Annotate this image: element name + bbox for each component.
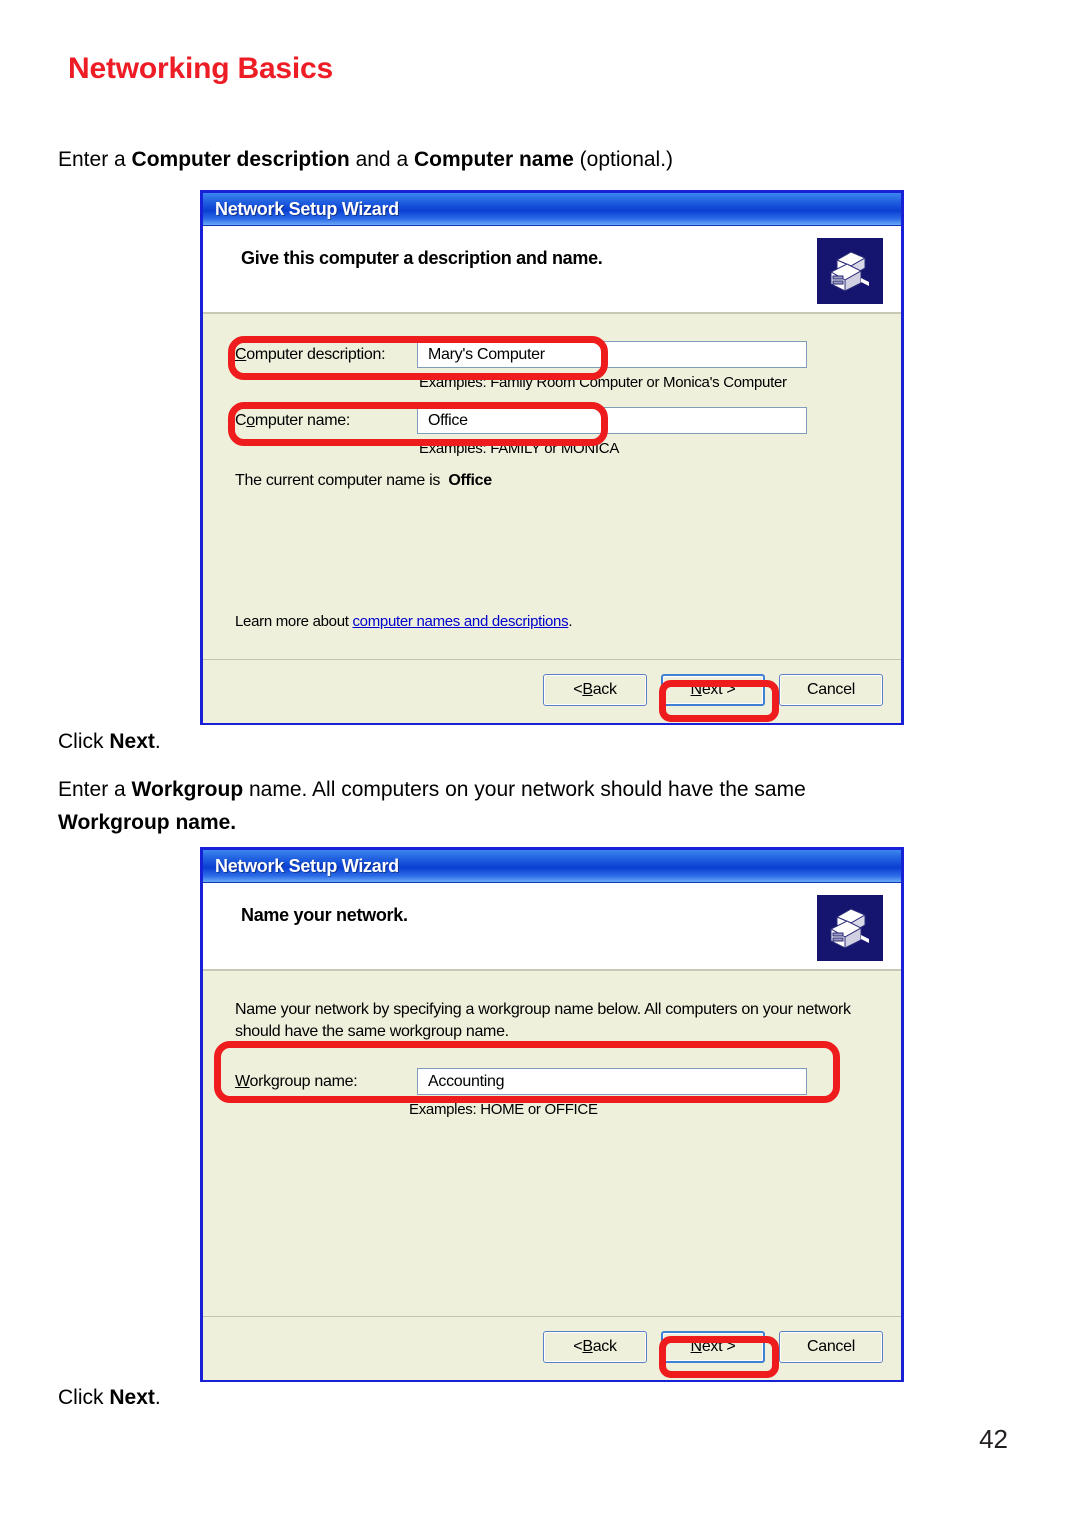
workgroup-name-label: Workgroup name: xyxy=(235,1073,417,1091)
dialog1-next-rest: ext > xyxy=(701,681,736,698)
workgroup-pre: Enter a xyxy=(58,778,132,801)
current-computer-name-label: The current computer name is xyxy=(235,472,441,489)
dialog1-next-button[interactable]: Next > xyxy=(661,674,765,706)
workgroup-name-input[interactable]: Accounting xyxy=(417,1068,807,1095)
computer-description-label-rest: omputer description: xyxy=(246,345,386,363)
dialog2-cancel-button[interactable]: Cancel xyxy=(779,1331,883,1363)
intro-bold-computer-description: Computer description xyxy=(131,148,350,171)
click-next-instruction-1: Click Next. xyxy=(58,727,161,757)
dialog1-footer: < Back Next > Cancel xyxy=(203,659,901,723)
dialog1-next-accel: N xyxy=(690,681,703,698)
computer-name-accel: o xyxy=(246,411,255,429)
dialog1-heading: Give this computer a description and nam… xyxy=(241,248,603,268)
computer-description-accel: C xyxy=(235,345,247,363)
dialog2-titlebar: Network Setup Wizard xyxy=(203,850,901,883)
computer-names-and-descriptions-link[interactable]: computer names and descriptions xyxy=(352,613,568,630)
network-computer-icon xyxy=(817,895,883,961)
dialog2-back-button[interactable]: < Back xyxy=(543,1331,647,1363)
dialog2-back-accel: B xyxy=(582,1338,593,1355)
computer-name-example: Examples: FAMILY or MONICA xyxy=(419,440,620,457)
dialog2-next-accel: N xyxy=(690,1338,703,1355)
dialog1-back-rest: ack xyxy=(592,681,617,698)
workgroup-name-label-rest: orkgroup name: xyxy=(249,1072,358,1090)
dialog2-paragraph: Name your network by specifying a workgr… xyxy=(235,1001,851,1040)
dialog1-body: Computer description: Mary's Computer Ex… xyxy=(203,314,901,659)
current-computer-name-value: Office xyxy=(448,472,492,489)
learn-more-prefix: Learn more about xyxy=(235,613,353,630)
dialog1-back-button[interactable]: < Back xyxy=(543,674,647,706)
intro-post: (optional.) xyxy=(573,148,674,171)
click-next-2-post: . xyxy=(154,1386,161,1409)
network-setup-wizard-dialog-2[interactable]: Network Setup Wizard Name your network. xyxy=(200,847,904,1382)
intro-pre: Enter a xyxy=(58,148,132,171)
click-next-instruction-2: Click Next. xyxy=(58,1383,161,1413)
click-next-1-pre: Click xyxy=(58,730,110,753)
dialog2-body: Name your network by specifying a workgr… xyxy=(203,971,901,1316)
dialog2-next-rest: ext > xyxy=(701,1338,736,1355)
computer-name-row: Computer name: Office xyxy=(235,407,807,434)
dialog2-back-rest: ack xyxy=(592,1338,617,1355)
computer-description-example: Examples: Family Room Computer or Monica… xyxy=(419,374,787,391)
dialog1-button-row: < Back Next > Cancel xyxy=(543,674,883,706)
current-computer-name: The current computer name is Office xyxy=(235,472,492,490)
dialog2-heading: Name your network. xyxy=(241,905,408,925)
intro-bold-computer-name: Computer name xyxy=(413,148,574,171)
dialog2-back-pre: < xyxy=(573,1338,583,1355)
click-next-2-pre: Click xyxy=(58,1386,110,1409)
dialog2-button-row: < Back Next > Cancel xyxy=(543,1331,883,1363)
page-title: Networking Basics xyxy=(68,52,334,85)
workgroup-name-example: Examples: HOME or OFFICE xyxy=(409,1101,598,1118)
dialog1-back-pre: < xyxy=(573,681,583,698)
computer-description-row: Computer description: Mary's Computer xyxy=(235,341,807,368)
computer-description-input[interactable]: Mary's Computer xyxy=(417,341,807,368)
learn-more-suffix: . xyxy=(568,613,573,630)
network-computer-icon xyxy=(817,238,883,304)
click-next-1-post: . xyxy=(154,730,161,753)
dialog1-header-panel: Give this computer a description and nam… xyxy=(203,226,901,314)
click-next-1-bold: Next xyxy=(109,730,155,753)
workgroup-instruction-line2: Workgroup name. xyxy=(58,811,237,834)
dialog2-header-panel: Name your network. xyxy=(203,883,901,971)
dialog1-titlebar: Network Setup Wizard xyxy=(203,193,901,226)
network-setup-wizard-dialog-1[interactable]: Network Setup Wizard Give this computer … xyxy=(200,190,904,725)
workgroup-bold: Workgroup xyxy=(131,778,244,801)
workgroup-name-row: Workgroup name: Accounting xyxy=(235,1068,807,1095)
dialog1-back-accel: B xyxy=(582,681,593,698)
intro-mid: and a xyxy=(349,148,414,171)
workgroup-instruction-line1: Enter a Workgroup name. All computers on… xyxy=(58,775,806,805)
computer-description-label: Computer description: xyxy=(235,346,417,364)
computer-name-input[interactable]: Office xyxy=(417,407,807,434)
computer-name-label-rest: mputer name: xyxy=(254,411,350,429)
workgroup-name-accel: W xyxy=(235,1072,250,1090)
workgroup-post: name. All computers on your network shou… xyxy=(243,778,806,801)
computer-name-label-prefix: C xyxy=(235,411,247,429)
click-next-2-bold: Next xyxy=(109,1386,155,1409)
dialog2-next-button[interactable]: Next > xyxy=(661,1331,765,1363)
computer-name-label: Computer name: xyxy=(235,412,417,430)
dialog1-title: Network Setup Wizard xyxy=(215,198,399,219)
dialog1-cancel-button[interactable]: Cancel xyxy=(779,674,883,706)
page-number: 42 xyxy=(979,1424,1008,1454)
dialog2-footer: < Back Next > Cancel xyxy=(203,1316,901,1380)
dialog2-title: Network Setup Wizard xyxy=(215,855,399,876)
learn-more-line: Learn more about computer names and desc… xyxy=(235,613,572,630)
intro-instruction: Enter a Computer description and a Compu… xyxy=(58,145,673,175)
